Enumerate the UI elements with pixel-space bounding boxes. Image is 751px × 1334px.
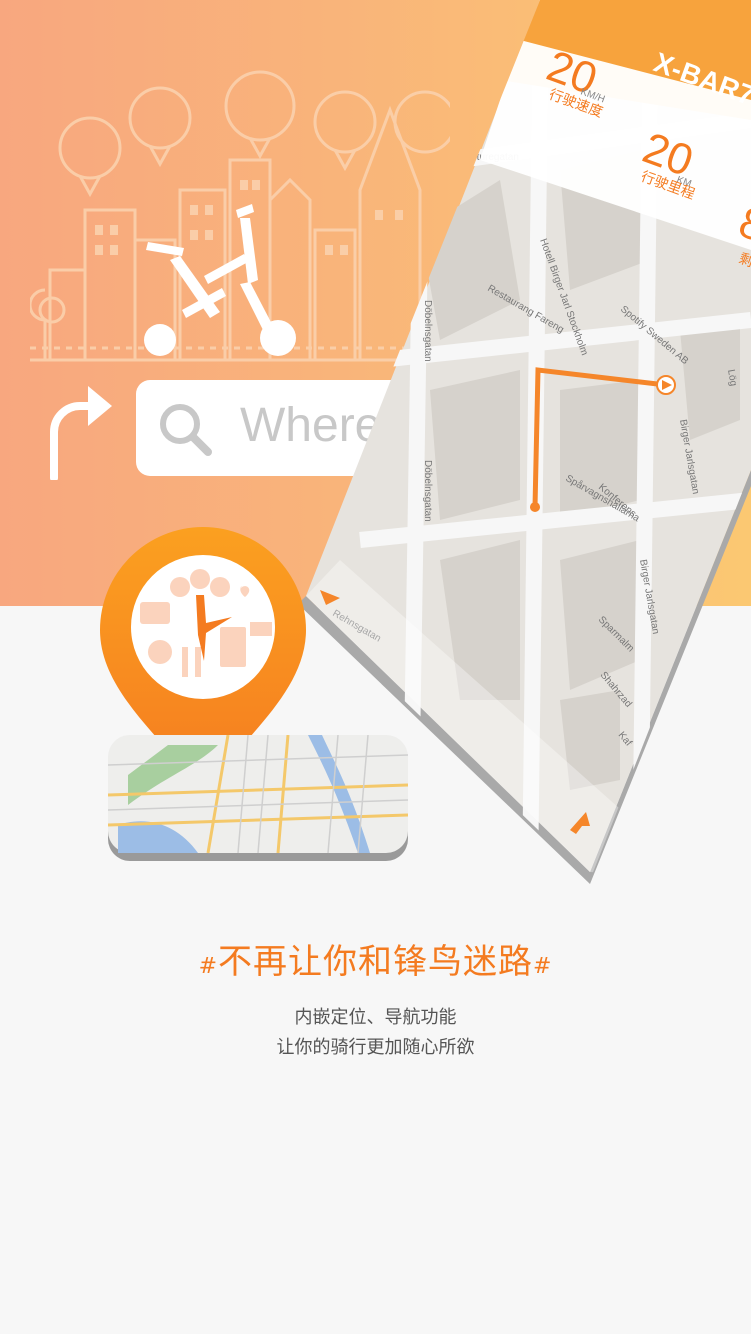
map-street-label: Döbelnsgatan (422, 460, 433, 522)
subtitle-line-1: 内嵌定位、导航功能 (294, 1007, 457, 1028)
subtitle-line-2: 让你的骑行更加随心所欲 (276, 1037, 475, 1058)
headline-text: 不再让你和锋鸟迷路 (218, 942, 533, 982)
headline: #不再让你和锋鸟迷路# (0, 934, 751, 983)
headline-prefix: # (198, 954, 218, 979)
map-street-label: Döbelnsgatan (422, 300, 433, 362)
headline-suffix: # (533, 954, 553, 979)
mini-map-card (108, 735, 408, 861)
